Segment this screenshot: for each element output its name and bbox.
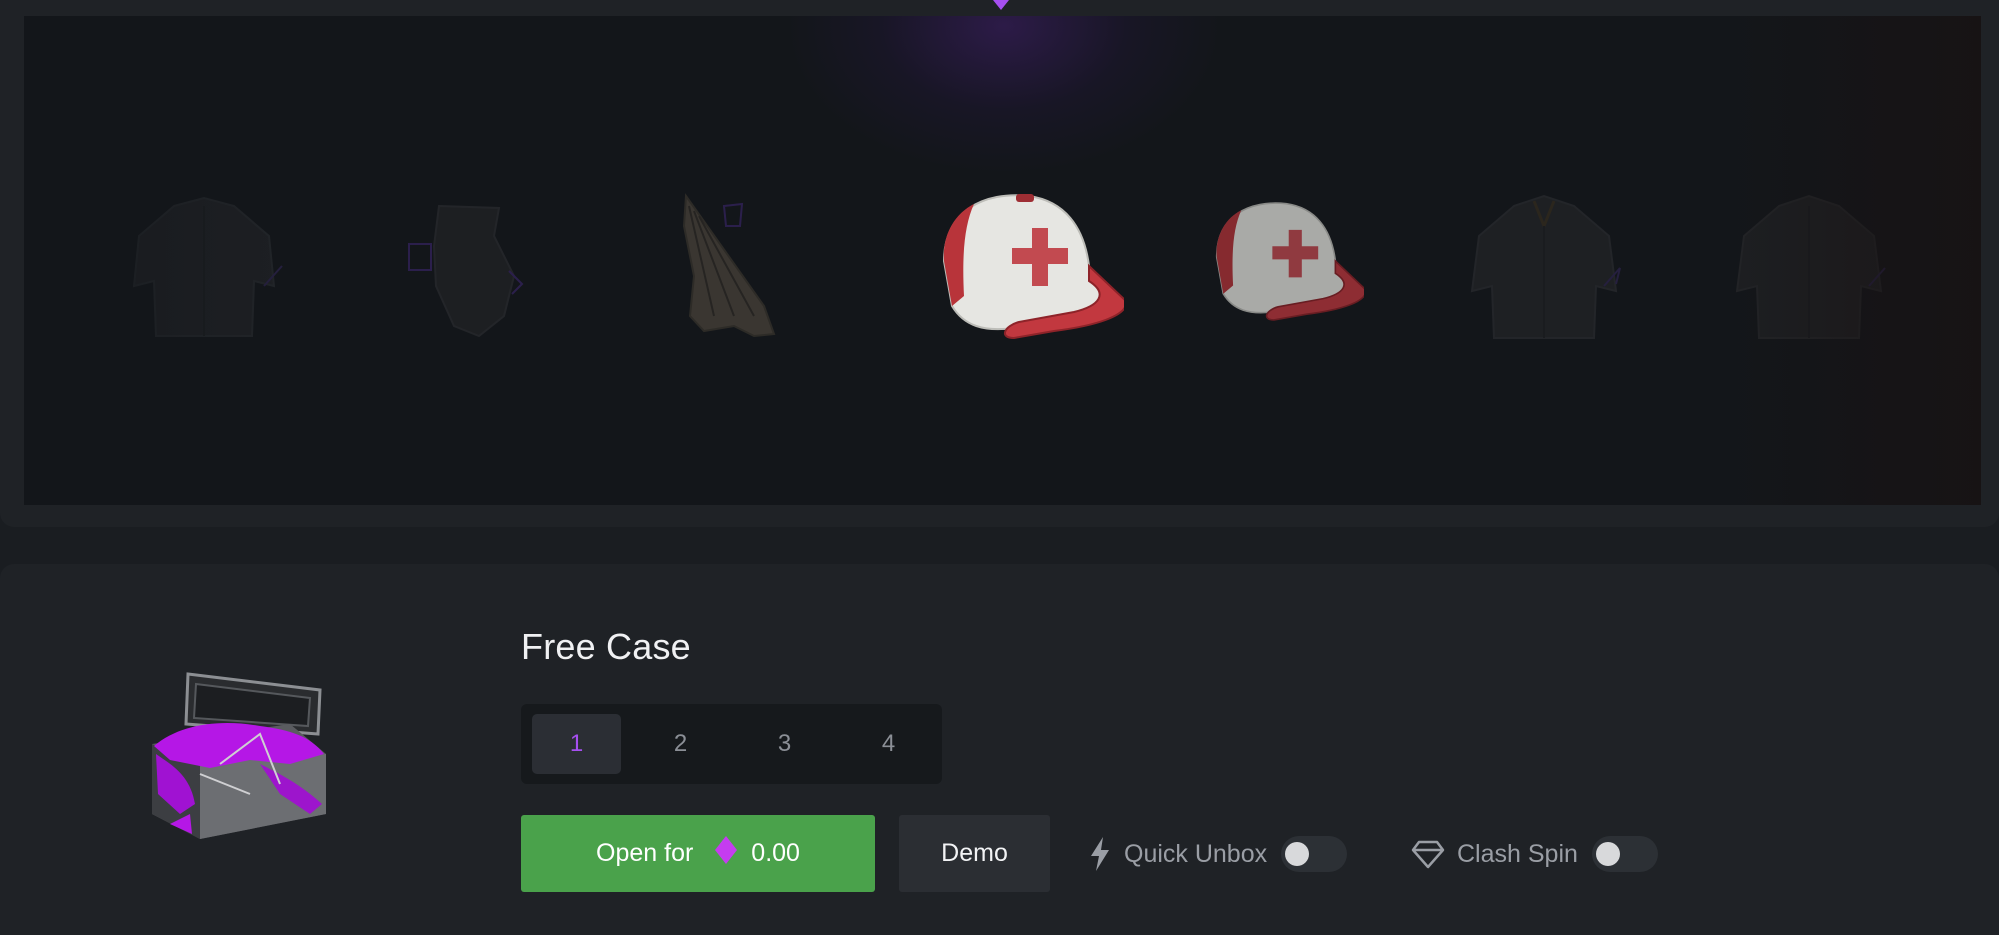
reel-item-cloth xyxy=(624,166,824,366)
case-panel: Free Case 1 2 3 4 Open for 0.00 Demo Qui… xyxy=(0,564,1999,935)
clash-spin-switch[interactable] xyxy=(1591,836,1658,872)
quantity-option-2[interactable]: 2 xyxy=(636,714,725,774)
switch-knob xyxy=(1595,842,1620,866)
case-box-icon xyxy=(152,672,326,839)
clash-spin-label: Clash Spin xyxy=(1457,839,1578,868)
lightning-icon xyxy=(1091,837,1109,871)
quantity-option-1[interactable]: 1 xyxy=(532,714,621,774)
jacket-icon xyxy=(1735,194,1886,339)
open-button-label: Open for xyxy=(596,839,694,867)
reel-marker-icon xyxy=(993,0,1009,10)
diamond-outline-icon xyxy=(1411,840,1445,869)
case-reel xyxy=(24,16,1981,505)
bandana-icon xyxy=(408,204,524,338)
quantity-selector: 1 2 3 4 xyxy=(521,704,942,784)
reel-item-bandana xyxy=(364,166,564,366)
gem-icon xyxy=(715,836,738,871)
cloth-icon xyxy=(682,193,776,338)
quantity-option-4[interactable]: 4 xyxy=(844,714,933,774)
switch-knob xyxy=(1285,842,1310,866)
jacket-icon xyxy=(1470,194,1621,339)
open-button-price: 0.00 xyxy=(751,839,800,867)
quick-unbox-toggle-group: Quick Unbox xyxy=(1088,829,1348,879)
spinner-panel xyxy=(0,0,1999,527)
cap-icon xyxy=(942,194,1128,340)
quick-unbox-switch[interactable] xyxy=(1281,836,1348,872)
reel-item-jacket xyxy=(1444,166,1644,366)
reel-item-cap-center xyxy=(904,166,1128,366)
clash-spin-toggle-group: Clash Spin xyxy=(1411,829,1658,879)
shirt-icon xyxy=(132,196,283,337)
quantity-option-3[interactable]: 3 xyxy=(740,714,829,774)
cap-icon xyxy=(1215,202,1367,321)
case-title: Free Case xyxy=(521,626,691,667)
quick-unbox-label: Quick Unbox xyxy=(1124,839,1268,868)
demo-button[interactable]: Demo xyxy=(899,815,1050,892)
case-image xyxy=(140,664,340,844)
reel-item-cap xyxy=(1184,176,1367,346)
reel-glow xyxy=(784,16,1224,176)
reel-item-jacket xyxy=(1709,166,1909,366)
open-case-button[interactable]: Open for 0.00 xyxy=(521,815,875,892)
reel-item-shirt xyxy=(104,166,304,366)
